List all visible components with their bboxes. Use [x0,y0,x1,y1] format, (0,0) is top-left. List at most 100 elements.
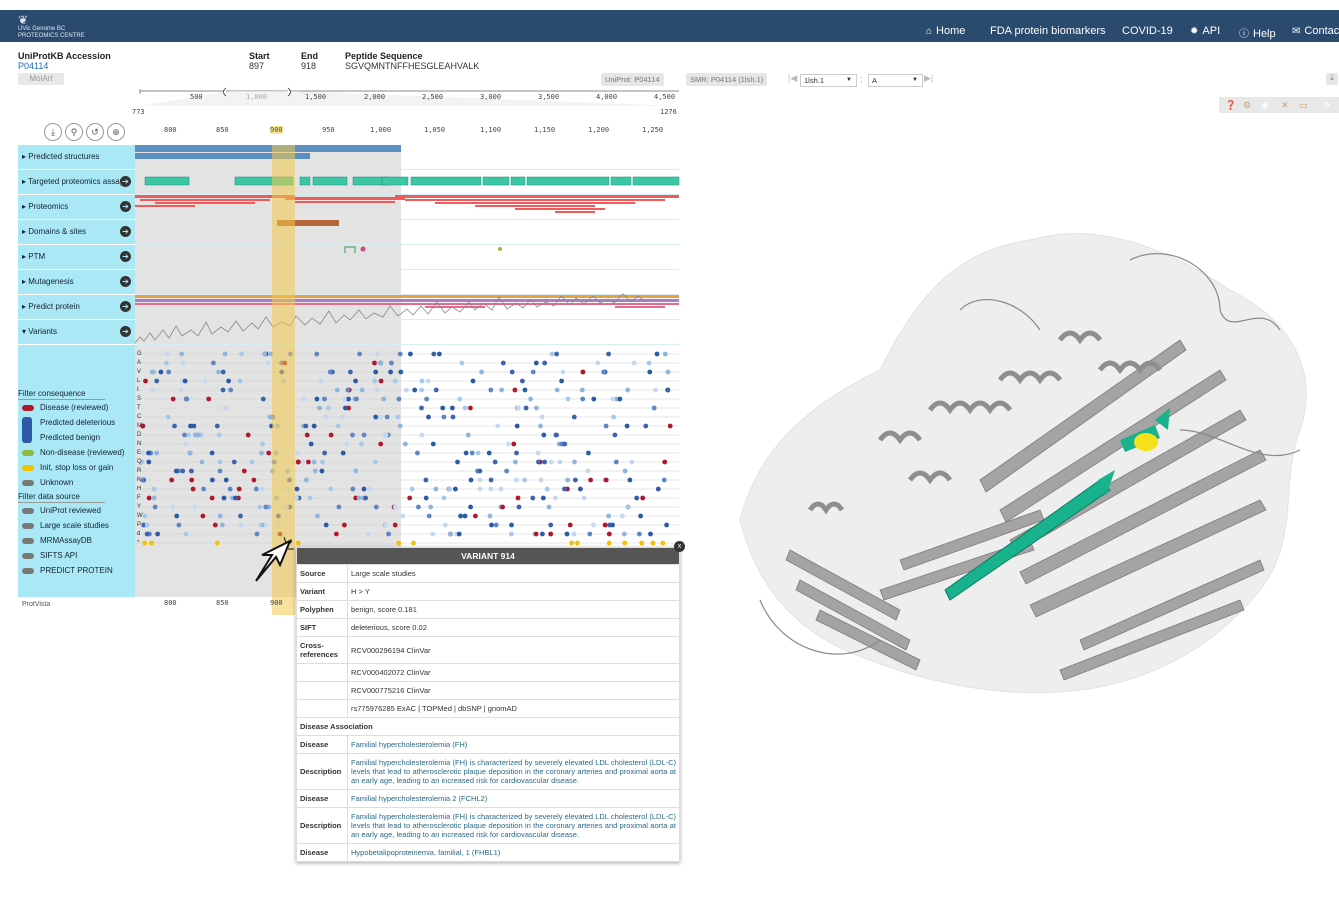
variant-dot[interactable] [315,513,320,519]
variant-dot[interactable] [357,351,362,357]
variant-dot[interactable] [595,360,601,366]
variant-dot[interactable] [146,450,151,456]
variant-dot[interactable] [217,513,223,519]
variant-dot[interactable] [200,513,206,519]
variant-dot[interactable] [303,477,309,483]
variant-dot[interactable] [625,504,631,510]
variant-dot[interactable] [260,441,266,447]
go-arrow-icon[interactable]: ➔ [120,326,131,337]
variant-dot[interactable] [164,360,169,366]
download-structure-icon[interactable]: ⤓ [1326,73,1338,85]
proteomics-features[interactable] [135,195,679,213]
variant-dot[interactable] [516,504,522,510]
variant-dot[interactable] [459,360,465,366]
variant-dot[interactable] [585,468,591,474]
go-arrow-icon[interactable]: ➔ [120,301,131,312]
variant-dot[interactable] [308,441,314,447]
variant-dot[interactable] [262,351,268,357]
variant-dot[interactable] [500,360,506,366]
variant-dot[interactable] [378,414,383,420]
variant-dot[interactable] [201,486,206,492]
go-arrow-icon[interactable]: ➔ [120,176,131,187]
variant-dot[interactable] [665,387,671,393]
variant-dot[interactable] [509,369,515,375]
variant-dot[interactable] [151,486,157,492]
variant-dot[interactable] [383,432,389,438]
variant-dot[interactable] [565,477,571,483]
ptm-feature[interactable] [344,246,356,253]
variant-dot[interactable] [639,540,645,546]
variant-dot[interactable] [245,432,251,438]
variant-dot[interactable] [211,360,216,366]
variant-dot[interactable] [344,441,349,447]
variant-dot[interactable] [479,369,484,375]
variant-dot[interactable] [606,540,612,546]
variant-dot[interactable] [415,450,420,456]
nav-api-link[interactable]: ✹ API [1190,25,1220,37]
variant-dot[interactable] [662,351,668,357]
variant-dot[interactable] [199,459,205,465]
variant-dot[interactable] [654,351,660,357]
variant-dot[interactable] [181,360,186,366]
assay-features[interactable] [144,176,680,186]
variant-dot[interactable] [574,540,580,546]
variant-dot[interactable] [477,468,483,474]
variant-dot[interactable] [154,450,159,456]
variant-dot[interactable] [580,396,586,402]
variant-dot[interactable] [304,432,310,438]
variant-dot[interactable] [326,405,331,411]
variant-dot[interactable] [174,513,180,519]
filter-predicted-deleterious[interactable]: Predicted deleterious [18,415,135,443]
variant-dot[interactable] [535,450,541,456]
location-pin-icon[interactable]: ⚲ [65,123,83,141]
track-mutagenesis[interactable]: ▸ Mutagenesis ➔ [18,270,135,295]
variant-dot[interactable] [149,540,154,546]
variant-dot[interactable] [562,486,567,492]
variant-dot[interactable] [488,486,494,492]
variant-dot[interactable] [655,486,661,492]
variant-dot[interactable] [323,522,329,528]
variant-dot[interactable] [522,387,528,393]
track-targeted-proteomics[interactable]: ▸ Targeted proteomics assay ➔ [18,170,135,195]
variant-dot[interactable] [334,387,340,393]
variant-dot[interactable] [542,459,547,465]
variant-dot[interactable] [557,459,563,465]
variant-dot[interactable] [488,387,494,393]
variant-dot[interactable] [210,477,215,483]
variant-dot[interactable] [209,450,215,456]
variant-dot[interactable] [495,423,501,429]
variant-dot[interactable] [392,522,398,528]
variant-dot[interactable] [334,531,339,537]
variant-dot[interactable] [411,540,416,546]
variant-dot[interactable] [202,378,208,384]
variant-dot[interactable] [441,495,447,501]
variant-dot[interactable] [625,387,631,393]
variant-dot[interactable] [378,378,384,384]
go-arrow-icon[interactable]: ➔ [120,251,131,262]
variant-dot[interactable] [559,378,564,384]
nav-fda-biomarkers-link[interactable]: FDA protein biomarkers [990,25,1106,37]
variant-dot[interactable] [440,405,446,411]
variant-dot[interactable] [447,486,452,492]
variant-dot[interactable] [538,423,543,429]
variant-dot[interactable] [624,423,630,429]
variant-dot[interactable] [170,396,176,402]
variant-dot[interactable] [359,387,365,393]
zoom-icon[interactable]: ⊕ [107,123,125,141]
variant-dot[interactable] [343,405,348,411]
variant-dot[interactable] [367,486,372,492]
variant-dot[interactable] [396,540,402,546]
xref-link[interactable]: rs775976285 ExAC | TOPMed | dbSNP | gnom… [347,699,680,718]
variant-dot[interactable] [339,414,345,420]
track-proteomics[interactable]: ▸ Proteomics ➔ [18,195,135,220]
uniprot-chip[interactable]: UniProt: P04114 [601,73,664,86]
variant-dot[interactable] [238,522,244,528]
variant-dot[interactable] [345,387,351,393]
variant-dot[interactable] [146,459,152,465]
variant-dot[interactable] [458,513,463,519]
variant-dot[interactable] [395,414,401,420]
variant-dot[interactable] [191,423,197,429]
xref-link[interactable]: RCV000296194 ClinVar [347,636,680,664]
track-predict-protein[interactable]: ▸ Predict protein ➔ [18,295,135,320]
variant-dot[interactable] [342,522,347,528]
